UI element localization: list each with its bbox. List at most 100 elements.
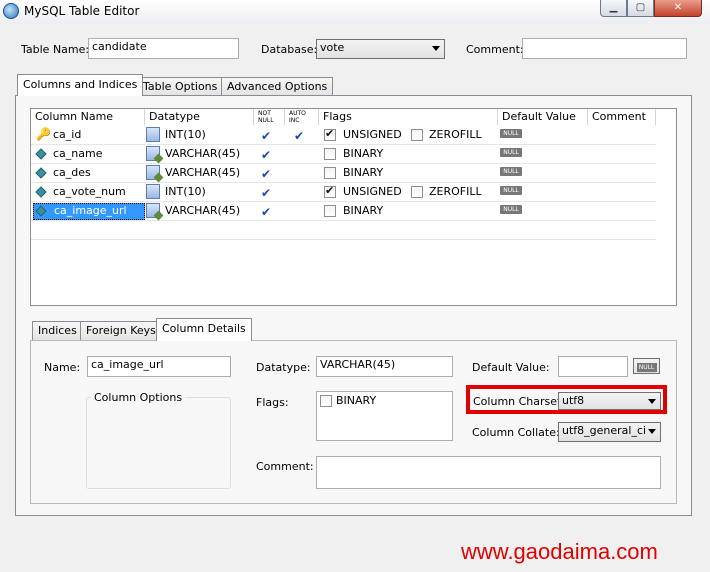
not-null-check-icon[interactable]: ✔	[261, 148, 271, 162]
column-details-panel: Name: ca_image_url Datatype: VARCHAR(45)…	[30, 340, 677, 504]
column-name[interactable]: ca_id	[53, 128, 81, 141]
zerofill-checkbox[interactable]	[411, 129, 423, 141]
charset-select[interactable]: utf8	[558, 392, 661, 410]
unsigned-checkbox[interactable]	[324, 127, 336, 141]
not-null-check-icon[interactable]: ✔	[261, 167, 271, 181]
detail-comment-label: Comment:	[256, 460, 314, 473]
table-row[interactable]: ca_vote_num INT(10) ✔ UNSIGNED ZEROFILL …	[31, 183, 656, 202]
column-datatype[interactable]: INT(10)	[165, 185, 206, 198]
app-icon	[3, 3, 19, 19]
column-icon	[35, 186, 47, 198]
flag-label: BINARY	[343, 204, 384, 217]
datatype-icon	[146, 184, 160, 199]
header-column-name[interactable]: Column Name	[31, 109, 145, 125]
table-comment-input[interactable]	[522, 38, 687, 59]
detail-datatype-label: Datatype:	[256, 361, 311, 374]
header-comment[interactable]: Comment	[588, 109, 656, 125]
table-row-empty[interactable]	[31, 221, 656, 240]
chevron-down-icon	[432, 46, 440, 51]
collate-label: Column Collate:	[472, 426, 560, 439]
watermark-text: www.gaodaima.com	[461, 539, 658, 564]
binary-checkbox[interactable]	[324, 205, 336, 217]
column-name[interactable]: ca_image_url	[33, 203, 145, 220]
minimize-button[interactable]: ▁	[600, 0, 627, 17]
tab-advanced-options[interactable]: Advanced Options	[221, 77, 334, 95]
tab-indices[interactable]: Indices	[32, 321, 83, 340]
flag-label: BINARY	[343, 147, 384, 160]
database-value: vote	[320, 41, 345, 54]
title-bar: MySQL Table Editor ▁ ▢ ✕	[0, 0, 710, 24]
chevron-down-icon	[648, 429, 656, 434]
table-editor-window: MySQL Table Editor ▁ ▢ ✕ Table Name: can…	[0, 0, 710, 572]
datatype-icon	[146, 146, 160, 161]
table-row[interactable]: 🔑 ca_id INT(10) ✔ ✔ UNSIGNED ZEROFILL NU…	[31, 126, 656, 145]
header-not-null[interactable]: NOT NULL	[254, 109, 285, 125]
column-name[interactable]: ca_vote_num	[53, 185, 126, 198]
null-badge[interactable]: NULL	[500, 205, 522, 214]
datatype-icon	[146, 203, 160, 218]
column-name[interactable]: ca_des	[53, 166, 91, 179]
tab-table-options[interactable]: Table Options	[137, 77, 224, 95]
tab-foreign-keys[interactable]: Foreign Keys	[80, 321, 162, 340]
table-name-input[interactable]: candidate	[88, 38, 239, 59]
window-title: MySQL Table Editor	[24, 4, 140, 18]
table-row[interactable]: ca_des VARCHAR(45) ✔ BINARY NULL	[31, 164, 656, 183]
null-button[interactable]: NULL	[633, 358, 660, 374]
column-datatype[interactable]: VARCHAR(45)	[165, 204, 240, 217]
auto-inc-check-icon[interactable]: ✔	[294, 129, 304, 143]
collate-select[interactable]: utf8_general_ci	[558, 422, 661, 442]
detail-flags-list: BINARY	[316, 391, 453, 441]
column-datatype[interactable]: VARCHAR(45)	[165, 147, 240, 160]
detail-default-label: Default Value:	[472, 361, 550, 374]
database-select[interactable]: vote	[316, 39, 445, 59]
not-null-check-icon[interactable]: ✔	[261, 186, 271, 200]
datatype-icon	[146, 165, 160, 180]
null-badge[interactable]: NULL	[500, 148, 522, 157]
tab-columns-and-indices[interactable]: Columns and Indices	[17, 74, 144, 96]
database-label: Database:	[261, 43, 318, 56]
flag-label: UNSIGNED	[343, 185, 402, 198]
binary-checkbox[interactable]	[324, 167, 336, 179]
zerofill-checkbox[interactable]	[411, 186, 423, 198]
charset-label: Column Charset:	[473, 395, 566, 408]
unsigned-checkbox[interactable]	[324, 184, 336, 198]
tab-column-details[interactable]: Column Details	[156, 318, 252, 341]
column-grid: Column Name Datatype NOT NULL AUTO INC F…	[30, 108, 677, 306]
column-datatype[interactable]: INT(10)	[165, 128, 206, 141]
table-row[interactable]: ca_image_url VARCHAR(45) ✔ BINARY NULL	[31, 202, 656, 221]
flag-label: ZEROFILL	[429, 185, 482, 198]
flag-label: BINARY	[343, 166, 384, 179]
column-icon	[35, 167, 47, 179]
column-name[interactable]: ca_name	[53, 147, 102, 160]
header-default-value[interactable]: Default Value	[498, 109, 588, 125]
close-button[interactable]: ✕	[654, 0, 702, 17]
charset-value: utf8	[562, 394, 585, 407]
null-badge[interactable]: NULL	[500, 186, 522, 195]
not-null-check-icon[interactable]: ✔	[261, 129, 271, 143]
comment-label: Comment:	[466, 43, 524, 56]
detail-datatype-input[interactable]: VARCHAR(45)	[316, 356, 453, 377]
column-icon	[35, 148, 47, 160]
datatype-icon	[146, 127, 160, 142]
maximize-button[interactable]: ▢	[627, 0, 654, 17]
table-row[interactable]: ca_name VARCHAR(45) ✔ BINARY NULL	[31, 145, 656, 164]
null-badge[interactable]: NULL	[500, 167, 522, 176]
table-name-label: Table Name:	[21, 43, 90, 56]
detail-comment-input[interactable]	[316, 456, 661, 489]
column-options-label: Column Options	[91, 391, 186, 404]
collate-value: utf8_general_ci	[562, 424, 647, 437]
flag-label: UNSIGNED	[343, 128, 402, 141]
detail-name-input[interactable]: ca_image_url	[87, 356, 231, 377]
header-flags[interactable]: Flags	[319, 109, 498, 125]
null-badge[interactable]: NULL	[500, 129, 522, 138]
binary-checkbox[interactable]	[324, 148, 336, 160]
detail-name-label: Name:	[44, 361, 81, 374]
detail-default-input[interactable]	[558, 356, 628, 377]
detail-binary-checkbox[interactable]	[320, 395, 332, 407]
header-datatype[interactable]: Datatype	[145, 109, 254, 125]
key-icon: 🔑	[36, 127, 51, 141]
not-null-check-icon[interactable]: ✔	[261, 205, 271, 219]
null-button-label: NULL	[636, 363, 657, 372]
header-auto-inc[interactable]: AUTO INC	[285, 109, 319, 125]
column-datatype[interactable]: VARCHAR(45)	[165, 166, 240, 179]
